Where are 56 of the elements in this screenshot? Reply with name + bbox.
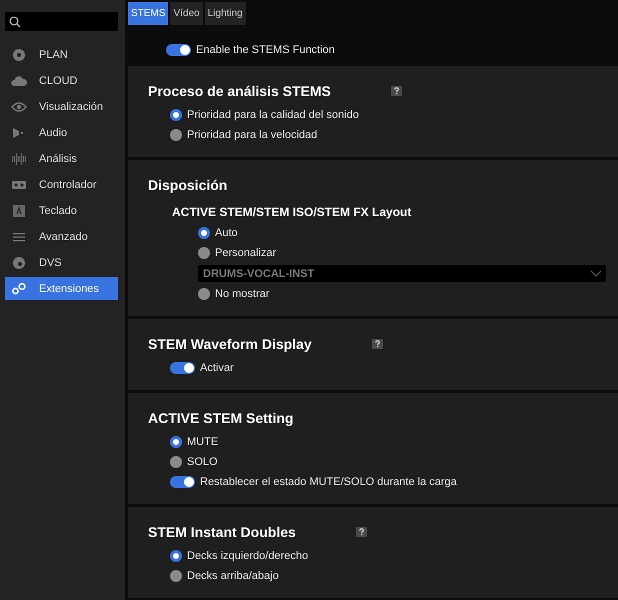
radio-button[interactable] bbox=[198, 227, 210, 239]
radio-label: Prioridad para la velocidad bbox=[187, 129, 318, 141]
radio-button[interactable] bbox=[170, 129, 182, 141]
key-icon bbox=[11, 204, 27, 218]
help-icon[interactable] bbox=[390, 86, 402, 96]
radio-label: Personalizar bbox=[215, 247, 276, 259]
radio-button[interactable] bbox=[170, 109, 182, 121]
radio-button[interactable] bbox=[170, 436, 182, 448]
sidebar-item[interactable]: Análisis bbox=[5, 147, 118, 170]
radio-button[interactable] bbox=[198, 247, 210, 259]
radio-button[interactable] bbox=[170, 456, 182, 468]
radio-label: MUTE bbox=[187, 436, 218, 448]
radio-button[interactable] bbox=[198, 288, 210, 300]
sidebar-item[interactable]: Teclado bbox=[5, 199, 118, 222]
sidebar-item[interactable]: Extensiones bbox=[5, 277, 118, 300]
radio-label: Decks izquierdo/derecho bbox=[187, 550, 308, 562]
cloud-icon bbox=[11, 74, 27, 88]
sidebar-item[interactable]: Audio bbox=[5, 121, 118, 144]
sidebar-item[interactable]: Avanzado bbox=[5, 225, 118, 248]
sidebar-item[interactable]: Visualización bbox=[5, 95, 118, 118]
eye-icon bbox=[11, 100, 27, 114]
search-icon bbox=[9, 16, 21, 28]
radio-button[interactable] bbox=[170, 570, 182, 582]
radio-label: Prioridad para la calidad del sonido bbox=[187, 109, 359, 121]
toggle-label: Enable the STEMS Function bbox=[196, 44, 335, 56]
toggle-label: Restablecer el estado MUTE/SOLO durante la carga bbox=[200, 476, 457, 488]
section-title: STEM Waveform Display bbox=[148, 336, 312, 352]
toggle-switch[interactable] bbox=[170, 476, 195, 488]
sidebar-item[interactable]: PLAN bbox=[5, 43, 118, 66]
gears-icon bbox=[11, 282, 27, 296]
section-title: Disposición bbox=[148, 177, 228, 193]
sidebar-item[interactable]: CLOUD bbox=[5, 69, 118, 92]
sidebar-item[interactable]: Controlador bbox=[5, 173, 118, 196]
toggle-label: Activar bbox=[200, 362, 234, 374]
help-icon[interactable] bbox=[356, 527, 367, 537]
chevron-down-icon bbox=[590, 270, 602, 277]
option-heading: ACTIVE STEM/STEM ISO/STEM FX Layout bbox=[171, 205, 412, 219]
tab[interactable]: Lighting bbox=[204, 2, 246, 25]
tab[interactable]: STEMS bbox=[128, 2, 168, 25]
toggle-switch[interactable] bbox=[166, 44, 191, 56]
radio-label: Decks arriba/abajo bbox=[187, 570, 279, 582]
radio-label: No mostrar bbox=[215, 288, 270, 300]
section-title: Proceso de análisis STEMS bbox=[148, 83, 331, 99]
globe-icon bbox=[11, 48, 27, 62]
radio-button[interactable] bbox=[170, 550, 182, 562]
radio-label: SOLO bbox=[187, 456, 218, 468]
help-icon[interactable] bbox=[372, 339, 383, 349]
section-title: ACTIVE STEM Setting bbox=[148, 410, 294, 426]
waveform-icon bbox=[11, 152, 27, 166]
search-field[interactable] bbox=[5, 12, 118, 31]
radio-label: Auto bbox=[215, 227, 238, 239]
tab[interactable]: Vídeo bbox=[170, 2, 203, 25]
section-title: STEM Instant Doubles bbox=[148, 524, 296, 540]
disc-icon bbox=[11, 256, 27, 270]
toggle-switch[interactable] bbox=[170, 362, 195, 374]
sidebar-item[interactable]: DVS bbox=[5, 251, 118, 274]
